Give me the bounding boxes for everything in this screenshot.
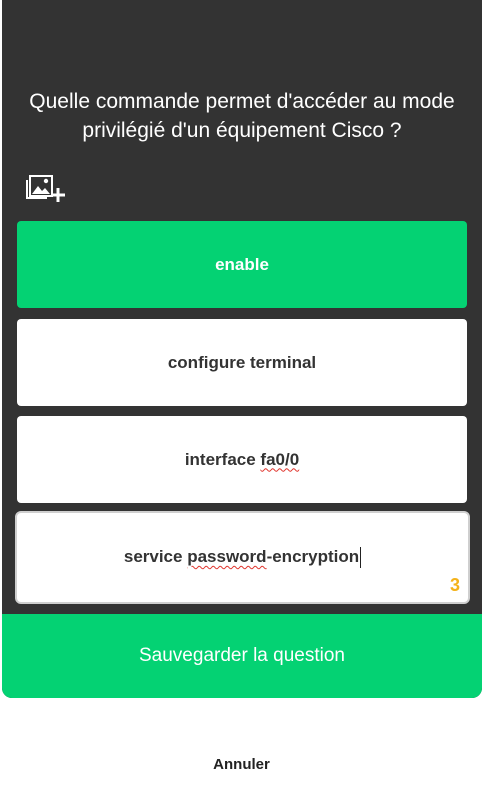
add-image-icon[interactable] bbox=[25, 170, 67, 202]
misspelled-word: password bbox=[187, 546, 267, 566]
answer-option-2[interactable]: configure terminal bbox=[17, 319, 467, 406]
misspelled-word: fa0/0 bbox=[260, 449, 300, 469]
answer-label: configure terminal bbox=[167, 352, 317, 372]
save-question-button[interactable]: Sauvegarder la question bbox=[2, 614, 482, 698]
text-cursor bbox=[360, 547, 362, 568]
cancel-button[interactable]: Annuler bbox=[0, 756, 483, 773]
answer-option-1[interactable]: enable bbox=[17, 221, 467, 308]
answer-option-4-input[interactable]: service password-encryption 3 bbox=[15, 511, 470, 604]
remaining-char-count: 3 bbox=[449, 575, 460, 595]
question-editor-card: Quelle commande permet d'accéder au mode… bbox=[2, 0, 482, 698]
answer-label: enable bbox=[215, 254, 269, 274]
answer-label: interface fa0/0 bbox=[184, 449, 300, 469]
answer-label: service password-encryption bbox=[124, 546, 362, 568]
answer-option-3[interactable]: interface fa0/0 bbox=[17, 416, 467, 503]
question-text[interactable]: Quelle commande permet d'accéder au mode… bbox=[12, 87, 472, 145]
